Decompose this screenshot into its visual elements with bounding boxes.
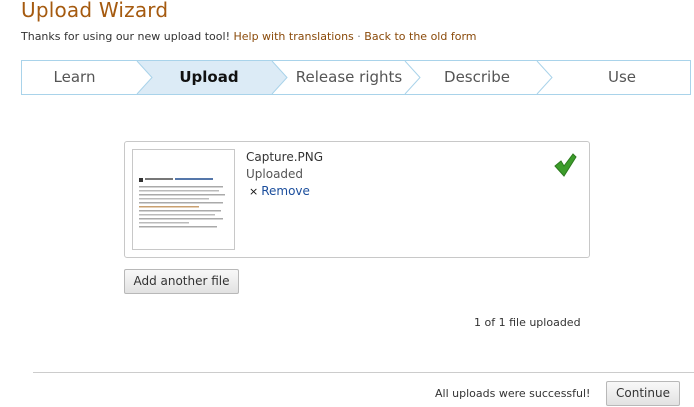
success-message: All uploads were successful! bbox=[435, 387, 591, 400]
separator: · bbox=[357, 30, 361, 43]
step-use: Use bbox=[607, 68, 637, 86]
old-form-link[interactable]: Back to the old form bbox=[364, 30, 476, 43]
file-thumbnail bbox=[132, 149, 235, 250]
step-release-rights: Release rights bbox=[295, 68, 403, 86]
divider bbox=[33, 372, 694, 373]
remove-file-link[interactable]: × Remove bbox=[249, 184, 310, 198]
step-describe: Describe bbox=[444, 68, 510, 86]
checkmark-icon bbox=[554, 153, 577, 177]
thumbnail-image bbox=[139, 178, 225, 228]
subtitle: Thanks for using our new upload tool! He… bbox=[21, 30, 476, 43]
add-another-file-button[interactable]: Add another file bbox=[124, 269, 239, 294]
file-name: Capture.PNG bbox=[246, 150, 324, 164]
thanks-text: Thanks for using our new upload tool! bbox=[21, 30, 230, 43]
step-upload: Upload bbox=[179, 68, 239, 86]
remove-icon: × bbox=[249, 185, 259, 198]
remove-label: Remove bbox=[261, 184, 310, 198]
uploaded-file-item: Capture.PNG Uploaded × Remove bbox=[124, 141, 590, 258]
wizard-steps: Learn Upload Release rights Describe Use bbox=[21, 60, 691, 95]
page-title: Upload Wizard bbox=[21, 0, 169, 22]
upload-count: 1 of 1 file uploaded bbox=[474, 316, 581, 329]
continue-button[interactable]: Continue bbox=[606, 381, 680, 406]
help-translations-link[interactable]: Help with translations bbox=[233, 30, 353, 43]
step-learn: Learn bbox=[53, 68, 96, 86]
upload-status: Uploaded bbox=[246, 167, 304, 181]
